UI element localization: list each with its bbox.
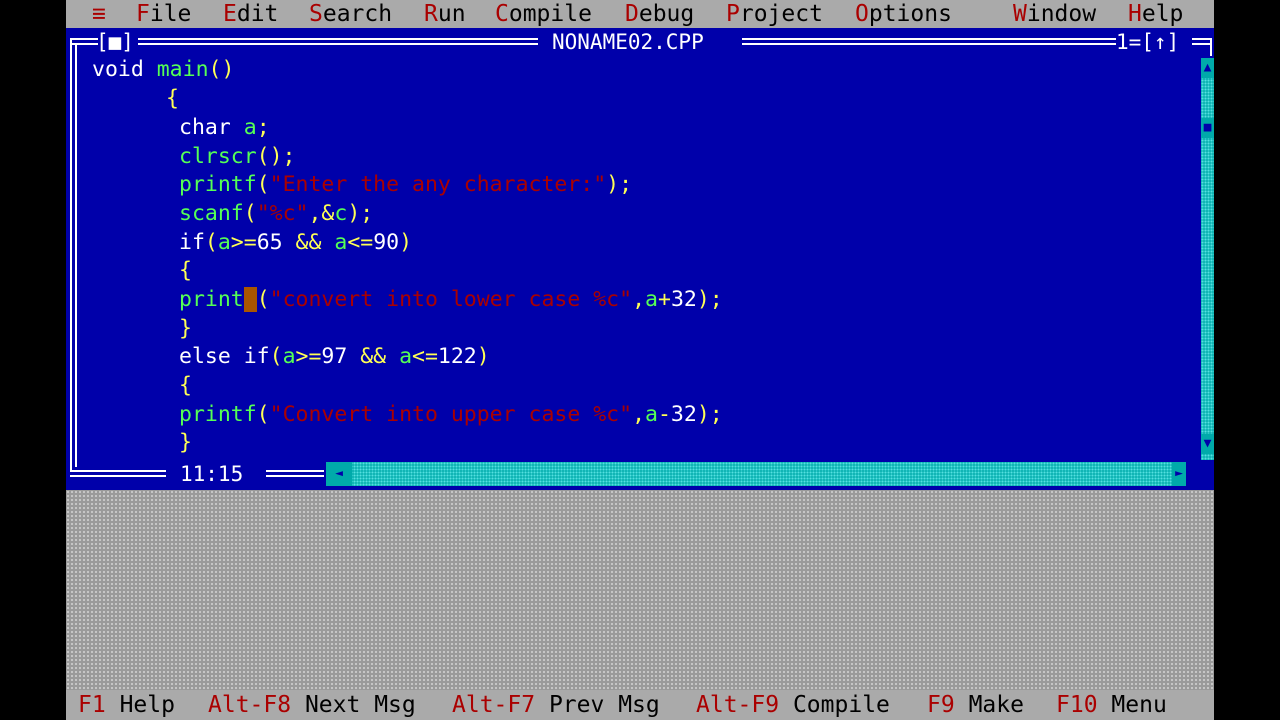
- status-bar: F1 Help Alt-F8 Next Msg Alt-F7 Prev Msg …: [66, 690, 1214, 720]
- code-line: {: [166, 86, 179, 111]
- close-box-icon[interactable]: [■]: [96, 28, 134, 56]
- code-line: else if(a>=97 && a<=122): [179, 344, 490, 369]
- status-menu[interactable]: F10 Menu: [1056, 690, 1167, 720]
- code-line: printf("convert into lower case %c",a+32…: [179, 287, 723, 312]
- dos-screen: ≡ File Edit Search Run Compile Debug Pro…: [66, 0, 1214, 720]
- menu-window[interactable]: Window: [1013, 0, 1096, 28]
- scroll-up-icon[interactable]: ▲: [1201, 58, 1214, 78]
- menu-debug[interactable]: Debug: [625, 0, 694, 28]
- menu-file[interactable]: File: [136, 0, 191, 28]
- system-menu[interactable]: ≡: [92, 0, 106, 28]
- code-line: }: [179, 316, 192, 341]
- code-line: clrscr();: [179, 144, 296, 169]
- menu-project[interactable]: Project: [726, 0, 823, 28]
- status-help[interactable]: F1 Help: [78, 690, 175, 720]
- menu-help[interactable]: Help: [1128, 0, 1183, 28]
- code-line: if(a>=65 && a<=90): [179, 230, 413, 255]
- vertical-scroll-thumb[interactable]: ■: [1201, 118, 1214, 138]
- code-line: printf("Convert into upper case %c",a-32…: [179, 402, 723, 427]
- menu-options[interactable]: Options: [855, 0, 952, 28]
- menu-compile[interactable]: Compile: [495, 0, 592, 28]
- menu-edit[interactable]: Edit: [223, 0, 278, 28]
- status-compile[interactable]: Alt-F9 Compile: [696, 690, 890, 720]
- cursor-position: 11:15: [180, 462, 244, 486]
- frame-left-2: [75, 43, 77, 467]
- menu-search[interactable]: Search: [309, 0, 392, 28]
- frame-left: [70, 38, 72, 472]
- status-next-msg[interactable]: Alt-F8 Next Msg: [208, 690, 416, 720]
- editor-window[interactable]: [■] NONAME02.CPP 1=[↑] void main() { cha…: [66, 28, 1214, 490]
- scroll-down-icon[interactable]: ▼: [1201, 434, 1214, 454]
- status-make[interactable]: F9 Make: [927, 690, 1024, 720]
- code-line: {: [179, 373, 192, 398]
- code-line: void main(): [92, 57, 235, 82]
- code-line: }: [179, 430, 192, 455]
- code-line: printf("Enter the any character:");: [179, 172, 633, 197]
- file-title: NONAME02.CPP: [552, 30, 704, 54]
- status-prev-msg[interactable]: Alt-F7 Prev Msg: [452, 690, 660, 720]
- menu-run[interactable]: Run: [424, 0, 466, 28]
- window-number-zoom-icon[interactable]: 1=[↑]: [1116, 28, 1179, 56]
- menu-bar: ≡ File Edit Search Run Compile Debug Pro…: [66, 0, 1214, 28]
- editor-title-bar: [■] NONAME02.CPP 1=[↑]: [66, 28, 1214, 56]
- text-cursor: f: [243, 287, 257, 312]
- code-line: {: [179, 258, 192, 283]
- code-line: char a;: [179, 115, 270, 140]
- code-line: scanf("%c",&c);: [179, 201, 374, 226]
- editor-bottom-bar: 11:15: [66, 460, 1214, 488]
- desktop-background: [66, 490, 1214, 690]
